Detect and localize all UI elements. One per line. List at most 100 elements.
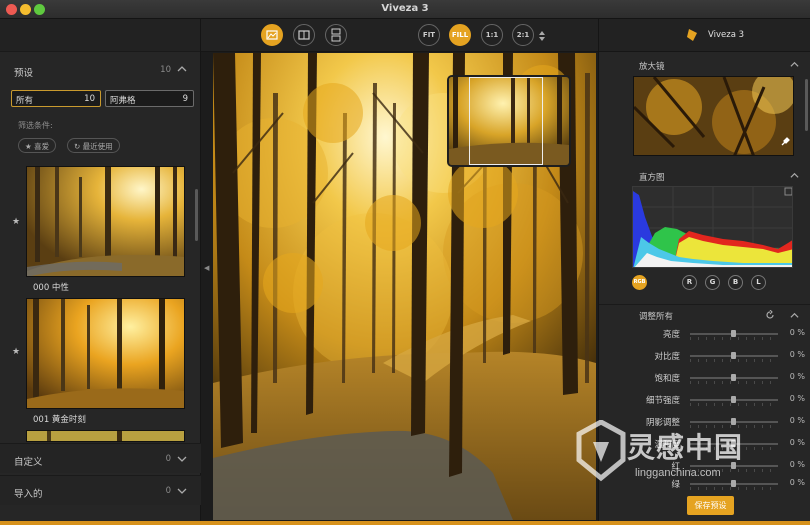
channel-r-button[interactable]: R	[682, 275, 697, 290]
chevron-up-icon[interactable]	[790, 60, 799, 69]
slider-handle[interactable]	[731, 352, 736, 359]
structure-slider-row: 细节强度 0 %	[599, 390, 810, 412]
side-by-side-button[interactable]	[325, 24, 347, 46]
zoom-2-1-button[interactable]: 2:1	[512, 24, 534, 46]
chevron-down-icon[interactable]	[177, 454, 187, 464]
saturation-slider-row: 饱和度 0 %	[599, 368, 810, 390]
adjust-all-header[interactable]: 调整所有	[599, 304, 810, 322]
app-header: Viveza 3	[599, 19, 810, 52]
split-view-button[interactable]	[293, 24, 315, 46]
chevron-up-icon[interactable]	[177, 64, 187, 74]
preset-filter-collection[interactable]: 阿弗格 9	[105, 90, 194, 107]
brightness-slider-row: 亮度 0 %	[599, 324, 810, 346]
custom-section-header[interactable]: 自定义 0	[0, 443, 201, 473]
contrast-slider-row: 对比度 0 %	[599, 346, 810, 368]
reset-icon[interactable]	[765, 310, 775, 320]
custom-title: 自定义	[14, 457, 43, 468]
collapse-left-arrow-icon[interactable]: ◀	[204, 264, 209, 272]
loupe-image	[634, 77, 793, 155]
loupe-preview[interactable]	[633, 76, 794, 156]
slider-label: 对比度	[654, 352, 680, 362]
watermark-logo-icon	[576, 420, 626, 482]
navigator-viewport[interactable]	[469, 77, 543, 165]
fill-zoom-button[interactable]: FILL	[449, 24, 471, 46]
channel-l-button[interactable]: L	[751, 275, 766, 290]
image-icon	[266, 30, 278, 40]
history-icon: ↻	[74, 142, 83, 151]
slider-handle[interactable]	[731, 374, 736, 381]
channel-b-button[interactable]: B	[728, 275, 743, 290]
preset-name: 000 中性	[33, 283, 69, 293]
custom-count: 0	[165, 454, 171, 464]
preset-filter-count: 9	[182, 94, 188, 104]
navigator-overlay[interactable]	[447, 75, 571, 167]
slider-label: 亮度	[662, 330, 680, 340]
viveza-logo-icon	[687, 29, 697, 41]
preset-filter-all[interactable]: 所有 10	[11, 90, 101, 107]
slider-label: 饱和度	[654, 374, 680, 384]
forest-thumbnail-image	[27, 167, 184, 276]
slider-label: 细节强度	[645, 396, 680, 406]
forest-thumbnail-image	[27, 299, 184, 408]
presets-header[interactable]: 预设 10	[0, 57, 201, 83]
window-title: Viveza 3	[381, 3, 429, 14]
view-toolbar: FIT FILL 1:1 2:1	[201, 19, 598, 52]
bottom-accent-strip	[0, 521, 810, 525]
fit-zoom-button[interactable]: FIT	[418, 24, 440, 46]
histogram	[632, 186, 793, 268]
title-bar: Viveza 3	[0, 0, 810, 19]
slider-handle[interactable]	[731, 396, 736, 403]
single-view-button[interactable]	[261, 24, 283, 46]
slider-value: 0 %	[789, 328, 805, 337]
preset-filter-label: 所有	[16, 96, 34, 106]
loupe-header[interactable]: 放大镜	[599, 56, 810, 74]
brightness-slider[interactable]	[690, 330, 778, 340]
preset-name: 001 黄金时刻	[33, 415, 86, 425]
watermark: 灵感中国 lingganchina.com	[575, 420, 805, 490]
right-scrollbar[interactable]	[805, 79, 808, 131]
imported-count: 0	[165, 486, 171, 496]
forest-thumbnail-image	[27, 431, 184, 441]
star-icon[interactable]: ★	[12, 347, 20, 357]
zoom-stepper-icon[interactable]	[538, 30, 546, 42]
preset-thumbnail[interactable]	[26, 298, 185, 409]
preset-scrollbar[interactable]	[195, 189, 198, 241]
save-preset-button[interactable]: 保存预设	[687, 496, 734, 515]
preset-thumbnail[interactable]	[26, 166, 185, 277]
preview-area: FIT FILL 1:1 2:1 ◀ ▶	[201, 19, 605, 525]
adjust-all-title: 调整所有	[639, 312, 674, 322]
slider-handle[interactable]	[731, 330, 736, 337]
preset-filter-label: 阿弗格	[110, 96, 136, 106]
presets-count: 10	[160, 65, 171, 75]
chevron-up-icon[interactable]	[790, 311, 799, 320]
histogram-header[interactable]: 直方图	[599, 167, 810, 185]
slider-value: 0 %	[789, 350, 805, 359]
star-icon: ★	[25, 142, 35, 151]
app-title: Viveza 3	[708, 30, 745, 40]
presets-title: 预设	[14, 68, 34, 79]
watermark-url: lingganchina.com	[635, 467, 721, 479]
recent-filter-button[interactable]: ↻ 最近使用	[67, 138, 120, 153]
channel-rgb-button[interactable]: RGB	[632, 275, 647, 290]
slider-value: 0 %	[789, 372, 805, 381]
compare-icon	[331, 28, 341, 42]
watermark-text: 灵感中国	[627, 431, 744, 464]
favorites-filter-button[interactable]: ★ 喜爱	[18, 138, 57, 153]
histogram-graph	[633, 187, 792, 267]
preset-thumbnail[interactable]	[26, 430, 185, 442]
structure-slider[interactable]	[690, 396, 778, 406]
imported-title: 导入的	[14, 489, 43, 500]
chevron-up-icon[interactable]	[790, 171, 799, 180]
imported-section-header[interactable]: 导入的 0	[0, 475, 201, 505]
contrast-slider[interactable]	[690, 352, 778, 362]
star-icon[interactable]: ★	[12, 217, 20, 227]
channel-g-button[interactable]: G	[705, 275, 720, 290]
filter-label: 筛选条件:	[18, 121, 53, 130]
preview-image[interactable]	[213, 53, 596, 520]
zoom-1-1-button[interactable]: 1:1	[481, 24, 503, 46]
left-panel: 预设 10 所有 10 阿弗格 9 筛选条件: ★ 喜爱 ↻ 最近使用 ★ 00…	[0, 19, 201, 525]
chevron-down-icon[interactable]	[177, 486, 187, 496]
saturation-slider[interactable]	[690, 374, 778, 384]
left-toolbar	[0, 19, 200, 52]
slider-value: 0 %	[789, 394, 805, 403]
